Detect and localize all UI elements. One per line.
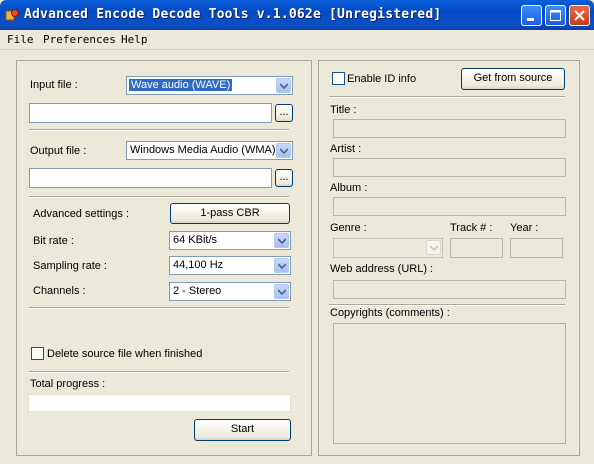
album-label: Album : <box>330 182 368 194</box>
input-file-path[interactable] <box>29 103 272 123</box>
advanced-settings-label: Advanced settings : <box>33 208 130 220</box>
track-label: Track # : <box>450 222 493 234</box>
total-progress-bar <box>28 394 291 412</box>
menu-bar: File Preferences Help <box>0 30 594 50</box>
chevron-down-icon <box>274 284 289 299</box>
close-icon <box>574 10 585 21</box>
total-progress-label: Total progress : <box>30 378 106 390</box>
bitrate-label: Bit rate : <box>33 235 74 247</box>
web-address-label: Web address (URL) : <box>330 263 434 275</box>
browse-input-button[interactable]: ... <box>275 104 293 122</box>
artist-label: Artist : <box>330 143 362 155</box>
year-field[interactable] <box>510 238 563 258</box>
divider <box>29 307 289 309</box>
genre-label: Genre : <box>330 222 367 234</box>
chevron-down-icon <box>276 143 291 158</box>
menu-help[interactable]: Help <box>121 33 148 46</box>
delete-source-checkbox[interactable] <box>31 347 44 360</box>
divider <box>29 196 289 198</box>
genre-select[interactable] <box>333 238 443 258</box>
maximize-button[interactable] <box>545 5 566 26</box>
input-format-value: Wave audio (WAVE) <box>129 79 233 91</box>
divider <box>29 371 289 373</box>
app-icon <box>5 9 19 21</box>
minimize-icon <box>527 18 534 21</box>
album-field[interactable] <box>333 197 566 216</box>
track-field[interactable] <box>450 238 503 258</box>
close-button[interactable] <box>569 5 590 26</box>
browse-output-button[interactable]: ... <box>275 169 293 187</box>
bitrate-value: 64 KBit/s <box>173 234 218 246</box>
divider <box>329 304 565 306</box>
input-file-label: Input file : <box>30 79 78 91</box>
sampling-rate-value: 44,100 Hz <box>173 259 224 271</box>
chevron-down-icon <box>426 240 441 255</box>
chevron-down-icon <box>276 78 291 93</box>
get-from-source-button[interactable]: Get from source <box>461 68 565 90</box>
year-label: Year : <box>510 222 539 234</box>
title-label: Title : <box>330 104 357 116</box>
menu-preferences[interactable]: Preferences <box>43 33 116 46</box>
artist-field[interactable] <box>333 158 566 177</box>
output-file-label: Output file : <box>30 145 87 157</box>
start-button[interactable]: Start <box>194 419 291 441</box>
output-format-value: Windows Media Audio (WMA) <box>130 144 276 156</box>
title-field[interactable] <box>333 119 566 138</box>
divider <box>29 129 289 131</box>
copyrights-label: Copyrights (comments) : <box>330 307 450 319</box>
output-file-path[interactable] <box>29 168 272 188</box>
maximize-icon <box>550 10 561 21</box>
divider <box>329 96 565 98</box>
channels-select[interactable]: 2 - Stereo <box>169 282 291 301</box>
channels-label: Channels : <box>33 285 86 297</box>
input-format-select[interactable]: Wave audio (WAVE) <box>126 76 293 95</box>
menu-file[interactable]: File <box>7 33 34 46</box>
channels-value: 2 - Stereo <box>173 285 222 297</box>
sampling-rate-select[interactable]: 44,100 Hz <box>169 256 291 275</box>
minimize-button[interactable] <box>521 5 542 26</box>
web-address-field[interactable] <box>333 280 566 299</box>
enable-id-label: Enable ID info <box>347 73 417 85</box>
chevron-down-icon <box>274 258 289 273</box>
copyrights-field[interactable] <box>333 323 566 444</box>
advanced-settings-button[interactable]: 1-pass CBR <box>170 203 290 224</box>
output-format-select[interactable]: Windows Media Audio (WMA) <box>126 141 293 160</box>
delete-source-label: Delete source file when finished <box>47 348 203 360</box>
window-title: Advanced Encode Decode Tools v.1.062e [U… <box>24 7 442 22</box>
sampling-rate-label: Sampling rate : <box>33 260 107 272</box>
title-bar[interactable]: Advanced Encode Decode Tools v.1.062e [U… <box>0 0 594 30</box>
chevron-down-icon <box>274 233 289 248</box>
bitrate-select[interactable]: 64 KBit/s <box>169 231 291 250</box>
enable-id-checkbox[interactable] <box>332 72 345 85</box>
